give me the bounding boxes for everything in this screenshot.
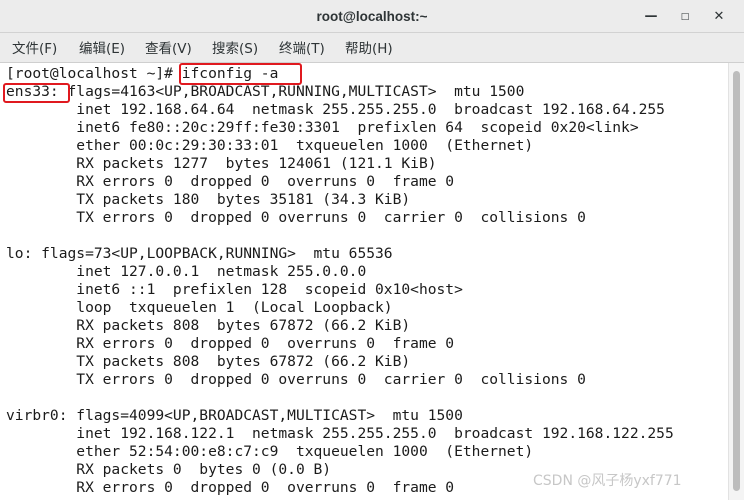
terminal-line: inet 192.168.122.1 netmask 255.255.255.0… [6, 425, 674, 442]
menu-view[interactable]: 查看(V) [145, 33, 192, 63]
terminal-line: RX packets 1277 bytes 124061 (121.1 KiB) [6, 155, 437, 172]
menu-search[interactable]: 搜索(S) [212, 33, 258, 63]
terminal-line: inet6 ::1 prefixlen 128 scopeid 0x10<hos… [6, 281, 463, 298]
terminal-line: ether 52:54:00:e8:c7:c9 txqueuelen 1000 … [6, 443, 534, 460]
terminal-line: inet 192.168.64.64 netmask 255.255.255.0… [6, 101, 665, 118]
maximize-icon[interactable]: □ [674, 6, 696, 28]
terminal-line-prompt: [root@localhost ~]# ifconfig -a [6, 65, 279, 82]
terminal-line: RX packets 0 bytes 0 (0.0 B) [6, 461, 332, 478]
minimize-icon[interactable]: — [640, 6, 662, 28]
terminal-line: TX errors 0 dropped 0 overruns 0 carrier… [6, 371, 586, 388]
terminal-line: inet6 fe80::20c:29ff:fe30:3301 prefixlen… [6, 119, 639, 136]
terminal-line: TX packets 808 bytes 67872 (66.2 KiB) [6, 353, 411, 370]
terminal-line: virbr0: flags=4099<UP,BROADCAST,MULTICAS… [6, 407, 463, 424]
menu-file[interactable]: 文件(F) [12, 33, 57, 63]
window-title: root@localhost:~ [316, 9, 428, 24]
terminal-line: TX packets 180 bytes 35181 (34.3 KiB) [6, 191, 411, 208]
menu-terminal[interactable]: 终端(T) [279, 33, 325, 63]
terminal-output[interactable]: [root@localhost ~]# ifconfig -a ens33: f… [0, 63, 728, 500]
terminal-line: RX errors 0 dropped 0 overruns 0 frame 0 [6, 335, 455, 352]
terminal-window: root@localhost:~ — □ ✕ 文件(F) 编辑(E) 查看(V)… [0, 0, 744, 500]
close-icon[interactable]: ✕ [708, 6, 730, 28]
watermark: CSDN @风子杨yxf771 [533, 473, 682, 489]
terminal-line: RX packets 808 bytes 67872 (66.2 KiB) [6, 317, 411, 334]
menu-help[interactable]: 帮助(H) [345, 33, 393, 63]
terminal-line: ens33: flags=4163<UP,BROADCAST,RUNNING,M… [6, 83, 525, 100]
terminal-line: RX errors 0 dropped 0 overruns 0 frame 0 [6, 173, 455, 190]
terminal-line: lo: flags=73<UP,LOOPBACK,RUNNING> mtu 65… [6, 245, 393, 262]
terminal-line: RX errors 0 dropped 0 overruns 0 frame 0 [6, 479, 455, 496]
terminal-line: TX errors 0 dropped 0 overruns 0 carrier… [6, 209, 586, 226]
terminal-line: ether 00:0c:29:30:33:01 txqueuelen 1000 … [6, 137, 534, 154]
scrollbar[interactable] [728, 63, 744, 500]
terminal-line: inet 127.0.0.1 netmask 255.0.0.0 [6, 263, 367, 280]
scrollbar-thumb[interactable] [733, 71, 740, 491]
menu-edit[interactable]: 编辑(E) [79, 33, 125, 63]
menu-bar: 文件(F) 编辑(E) 查看(V) 搜索(S) 终端(T) 帮助(H) [0, 33, 744, 63]
terminal-line: loop txqueuelen 1 (Local Loopback) [6, 299, 393, 316]
title-bar[interactable]: root@localhost:~ — □ ✕ [0, 0, 744, 33]
